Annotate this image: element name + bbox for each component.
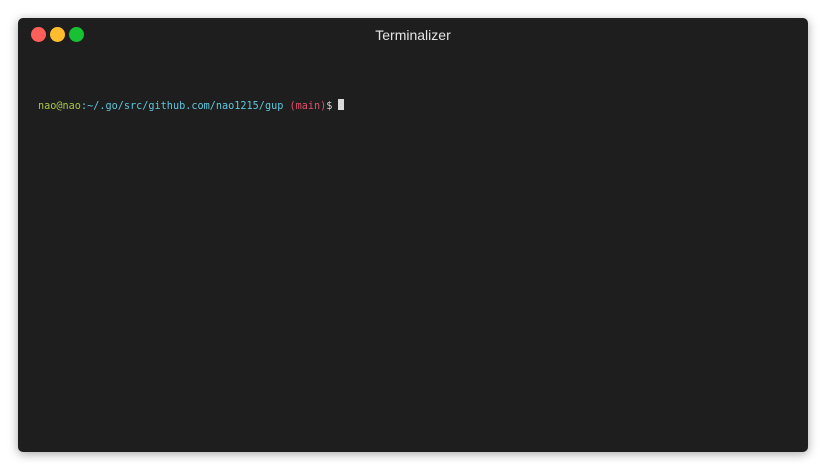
text-cursor — [338, 99, 345, 110]
title-bar: Terminalizer — [18, 18, 808, 52]
prompt-git-branch: (main) — [283, 101, 327, 112]
terminal-content[interactable]: nao@nao:~/.go/src/github.com/nao1215/gup… — [38, 71, 345, 142]
prompt-user-host: nao@nao — [38, 101, 81, 112]
prompt-line: nao@nao:~/.go/src/github.com/nao1215/gup… — [38, 99, 345, 114]
window-title: Terminalizer — [375, 27, 451, 43]
prompt-path: :~/.go/src/github.com/nao1215/gup — [80, 101, 284, 112]
terminal-window: Terminalizer nao@nao:~/.go/src/github.co… — [18, 18, 808, 452]
prompt-symbol: $ — [326, 101, 333, 112]
